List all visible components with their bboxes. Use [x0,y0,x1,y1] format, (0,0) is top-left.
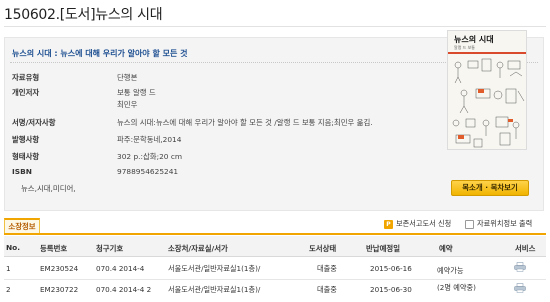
field-value: 파주:문학동네,2014 [117,135,182,144]
location-print-link[interactable]: 자료위치정보 출력 [465,219,532,229]
col-header-status: 도서상태 [309,244,337,253]
field-value: 뉴스의 시대:뉴스에 대해 우리가 알아야 할 모든 것 /알랭 드 보통 지음… [117,118,373,127]
field-label: 서명/저자사항 [12,118,56,127]
cell-location: 서울도서관/일반자료실1(1층)/ [168,264,261,273]
cell-due: 2015-06-30 [370,285,412,294]
reserve-available-link[interactable]: 예약가능 [437,266,463,276]
col-header-no: No. [6,243,21,252]
page-title: 150602.[도서]뉴스의 시대 [4,7,163,23]
field-value: 보통 알랭 드 [117,88,156,97]
field-value: 최민우 [117,100,138,109]
cell-call: 070.4 2014-4 [96,264,145,273]
col-header-due: 반납예정일 [366,244,400,253]
field-label: 형태사항 [12,152,40,161]
cell-reg: EM230722 [40,285,79,294]
cell-no: 2 [6,285,11,294]
holdings-table-header: No. 등록번호 청구기호 소장처/자료실/서가 도서상태 반납예정일 예약 서… [4,236,546,257]
keywords: 뉴스,시대,미디어, [21,184,76,193]
field-value: 9788954625241 [117,167,179,176]
col-header-location: 소장처/자료실/서가 [168,244,228,253]
cover-accent-bar [448,52,526,54]
cell-reg: EM230524 [40,264,79,273]
cover-author: 알랭 드 보통 [454,45,475,50]
book-title: 뉴스의 시대 : 뉴스에 대해 우리가 알아야 할 모든 것 [12,49,188,58]
field-value: 단행본 [117,73,138,82]
cell-due: 2015-06-16 [370,264,412,273]
col-header-call: 청구기호 [96,244,124,253]
map-icon [465,219,474,229]
parking-icon: P [384,219,393,229]
cell-call: 070.4 2014-4 2 [96,285,152,294]
cover-title: 뉴스의 시대 [454,35,494,44]
field-label: 자료유형 [12,73,40,82]
field-label: ISBN [12,167,32,176]
col-header-reg: 등록번호 [40,244,68,253]
print-icon[interactable] [514,262,526,272]
col-header-service: 서비스 [515,244,536,253]
tab-underline [4,233,546,235]
field-value: 302 p.:삽화;20 cm [117,152,183,161]
cell-location: 서울도서관/일반자료실1(1층)/ [168,285,261,294]
field-label: 개인저자 [12,88,40,97]
storage-request-label: 보존서고도서 신청 [396,219,452,228]
field-label: 발행사항 [12,135,40,144]
row-divider [4,279,546,280]
cell-no: 1 [6,264,11,273]
cell-status: 대출중 [317,264,337,273]
book-preview-button[interactable]: 목소개 · 목차보기 [451,180,529,196]
location-print-label: 자료위치정보 출력 [477,219,533,228]
book-cover-image[interactable]: 뉴스의 시대 알랭 드 보통 [447,30,527,150]
tab-holdings[interactable]: 소장정보 [4,218,40,233]
title-divider [4,26,546,27]
print-icon[interactable] [514,283,526,293]
reserve-count: (2명 예약중) [437,283,476,292]
col-header-reserve: 예약 [439,244,453,253]
storage-request-link[interactable]: P 보존서고도서 신청 [384,219,451,229]
cell-status: 대출중 [317,285,337,294]
